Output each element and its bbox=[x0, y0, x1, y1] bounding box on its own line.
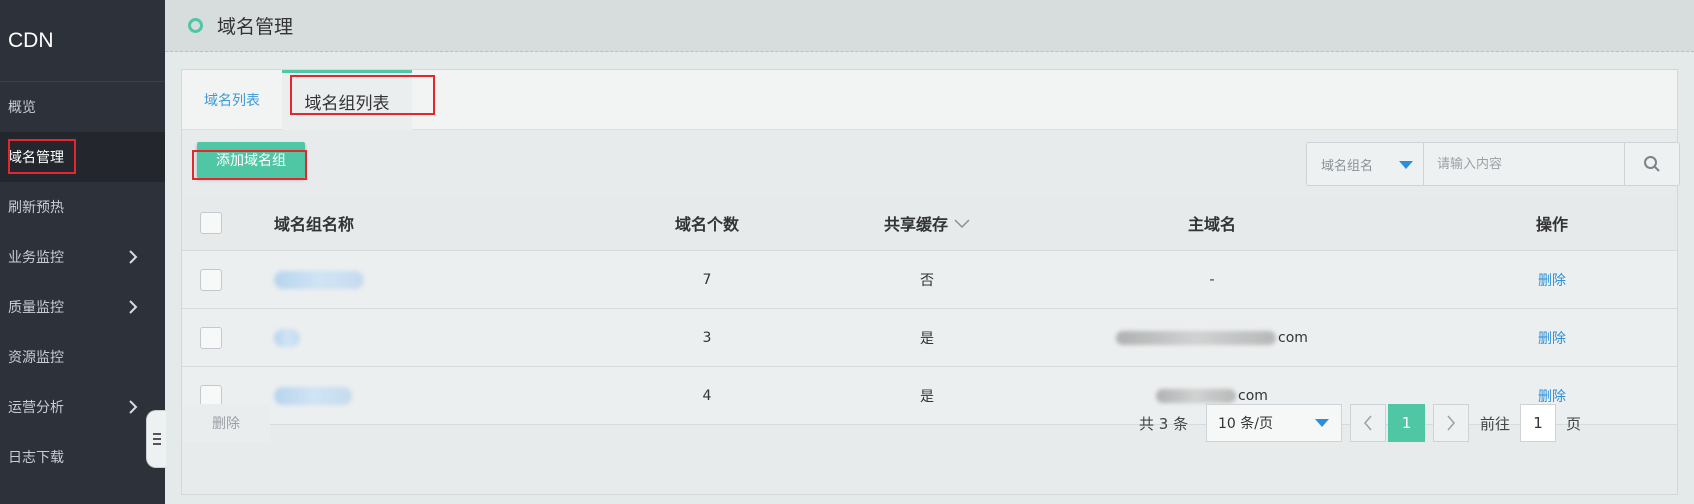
redacted-text bbox=[274, 328, 300, 347]
redacted-text bbox=[274, 270, 364, 289]
search-icon[interactable] bbox=[1624, 143, 1679, 185]
group-name-link[interactable] bbox=[274, 251, 524, 308]
column-header-actions: 操作 bbox=[1535, 215, 1568, 234]
delete-link[interactable]: 删除 bbox=[1502, 309, 1602, 366]
page-title: 域名管理 bbox=[217, 16, 294, 38]
goto-label: 前往 bbox=[1480, 414, 1511, 433]
table-footer: 删除 共 3 条 10 条/页 1 前往 页 bbox=[182, 396, 1677, 452]
sidebar-item-label: 业务监控 bbox=[8, 250, 64, 266]
delete-link[interactable]: 删除 bbox=[1502, 251, 1602, 308]
table-row: 7 否 - 删除 bbox=[182, 251, 1677, 309]
sidebar: CDN 概览 域名管理 刷新预热 业务监控 质量监控 资源监控 运营分析 日志下… bbox=[0, 0, 165, 504]
total-count: 共 3 条 bbox=[1139, 414, 1189, 433]
sidebar-item-label: 刷新预热 bbox=[8, 200, 64, 216]
page-header: 域名管理 bbox=[165, 0, 1694, 52]
domain-count: 7 bbox=[702, 271, 712, 288]
batch-delete-button[interactable]: 删除 bbox=[182, 404, 270, 442]
main-domain-suffix: com bbox=[1278, 329, 1308, 346]
sidebar-item-operation-analysis[interactable]: 运营分析 bbox=[0, 382, 165, 432]
sidebar-item-label: 日志下载 bbox=[8, 450, 64, 466]
sidebar-item-label: 概览 bbox=[8, 100, 36, 116]
column-header-share-label: 共享缓存 bbox=[883, 215, 948, 234]
caret-down-icon bbox=[1315, 419, 1329, 427]
sidebar-item-label: 质量监控 bbox=[8, 300, 64, 316]
column-header-main-domain: 主域名 bbox=[1187, 215, 1236, 234]
domain-group-table: 域名组名称 域名个数 共享缓存 主域名 操作 7 否 - 删除 3 是 com … bbox=[182, 196, 1677, 425]
sidebar-item-overview[interactable]: 概览 bbox=[0, 82, 165, 132]
search-field-label: 域名组名 bbox=[1321, 158, 1374, 174]
page-number-button[interactable]: 1 bbox=[1388, 404, 1425, 442]
sidebar-item-resource-monitor[interactable]: 资源监控 bbox=[0, 332, 165, 382]
domain-count: 3 bbox=[702, 329, 712, 346]
column-header-count: 域名个数 bbox=[674, 215, 739, 234]
tab-domain-group-list[interactable]: 域名组列表 bbox=[282, 70, 412, 130]
sidebar-item-label: 运营分析 bbox=[8, 400, 64, 416]
main-domain: com bbox=[1062, 309, 1362, 366]
main-domain: - bbox=[1209, 271, 1215, 288]
table-header-row: 域名组名称 域名个数 共享缓存 主域名 操作 bbox=[182, 196, 1677, 251]
tab-domain-list[interactable]: 域名列表 bbox=[182, 70, 282, 130]
group-name-link[interactable] bbox=[274, 309, 524, 366]
add-domain-group-button[interactable]: 添加域名组 bbox=[197, 142, 305, 178]
chevron-down-icon bbox=[954, 214, 970, 233]
sidebar-item-label: 资源监控 bbox=[8, 350, 64, 366]
search-bar: 域名组名 bbox=[1306, 142, 1680, 186]
redacted-text bbox=[1116, 330, 1277, 345]
sidebar-item-log-download[interactable]: 日志下载 bbox=[0, 432, 165, 482]
page-size-select[interactable]: 10 条/页 bbox=[1206, 404, 1342, 442]
page-size-label: 10 条/页 bbox=[1218, 416, 1273, 432]
status-dot-icon bbox=[188, 18, 203, 33]
brand-title: CDN bbox=[0, 0, 165, 82]
goto-page-input[interactable] bbox=[1520, 404, 1556, 442]
sidebar-item-business-monitor[interactable]: 业务监控 bbox=[0, 232, 165, 282]
main-panel: 域名列表 域名组列表 添加域名组 域名组名 域名组名称 域名个数 共享缓存 主域… bbox=[181, 69, 1680, 495]
shared-cache: 否 bbox=[920, 272, 934, 289]
shared-cache: 是 bbox=[920, 330, 934, 347]
row-checkbox[interactable] bbox=[200, 326, 222, 349]
caret-down-icon bbox=[1399, 161, 1413, 169]
search-field-select[interactable]: 域名组名 bbox=[1307, 143, 1424, 185]
highlight-box bbox=[8, 139, 76, 174]
tabs-bar: 域名列表 域名组列表 bbox=[182, 70, 1677, 130]
sidebar-item-refresh-preload[interactable]: 刷新预热 bbox=[0, 182, 165, 232]
goto-suffix: 页 bbox=[1566, 414, 1582, 433]
search-input[interactable] bbox=[1424, 143, 1624, 185]
table-row: 3 是 com 删除 bbox=[182, 309, 1677, 367]
select-all-checkbox[interactable] bbox=[200, 212, 222, 234]
prev-page-button[interactable] bbox=[1350, 404, 1386, 442]
column-header-name: 域名组名称 bbox=[274, 215, 355, 234]
row-checkbox[interactable] bbox=[200, 268, 222, 291]
sidebar-item-quality-monitor[interactable]: 质量监控 bbox=[0, 282, 165, 332]
next-page-button[interactable] bbox=[1433, 404, 1469, 442]
collapse-icon[interactable] bbox=[146, 410, 166, 468]
column-header-share[interactable]: 共享缓存 bbox=[842, 196, 1012, 250]
chevron-right-icon bbox=[127, 299, 139, 314]
chevron-right-icon bbox=[127, 399, 139, 414]
chevron-right-icon bbox=[127, 249, 139, 264]
